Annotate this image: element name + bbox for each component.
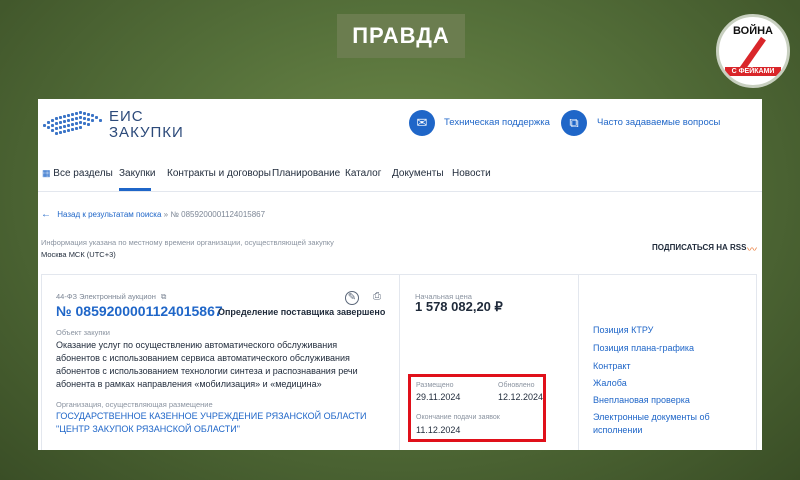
arrow-left-icon[interactable]: ← bbox=[41, 209, 51, 220]
procurement-status: Определение поставщика завершено bbox=[218, 307, 386, 317]
link-plan-position[interactable]: Позиция плана-графика bbox=[593, 342, 733, 355]
eis-logo[interactable]: ЕИС ЗАКУПКИ bbox=[41, 109, 184, 141]
edit-icon[interactable]: ✎ bbox=[345, 291, 359, 305]
print-icon[interactable]: ⎙ bbox=[371, 291, 383, 303]
object-text: Оказание услуг по осуществлению автомати… bbox=[56, 340, 358, 389]
nav-all-sections-label: Все разделы bbox=[53, 168, 113, 179]
org-link[interactable]: ГОСУДАРСТВЕННОЕ КАЗЕННОЕ УЧРЕЖДЕНИЕ РЯЗА… bbox=[56, 410, 376, 436]
card-divider-2 bbox=[578, 274, 579, 450]
nav-all-sections[interactable]: ▦ Все разделы bbox=[42, 168, 113, 179]
pravda-badge: ПРАВДА bbox=[337, 14, 465, 58]
war-on-fakes-logo: ВОЙНА С ФЕЙКАМИ bbox=[716, 14, 790, 88]
card-divider-1 bbox=[399, 274, 400, 450]
support-link[interactable]: Техническая поддержка bbox=[444, 117, 550, 128]
breadcrumb-separator: » bbox=[163, 210, 169, 219]
updated-date: 12.12.2024 bbox=[498, 392, 544, 402]
breadcrumb-number: № 0859200001124015867 bbox=[170, 210, 266, 219]
law-text: 44-ФЗ Электронный аукцион bbox=[56, 292, 156, 301]
copy-icon[interactable]: ⧉ bbox=[561, 110, 587, 136]
timezone-value: Москва МСК (UTC+3) bbox=[41, 250, 116, 259]
copy-small-icon[interactable]: ⧉ bbox=[161, 292, 166, 301]
deadline-date: 11.12.2024 bbox=[416, 425, 461, 435]
nav-item-planning[interactable]: Планирование bbox=[272, 168, 340, 179]
object-label: Объект закупки bbox=[56, 328, 110, 337]
procurement-number[interactable]: № 0859200001124015867 bbox=[56, 303, 223, 319]
nav-item-catalog[interactable]: Каталог bbox=[345, 168, 381, 179]
link-contract[interactable]: Контракт bbox=[593, 360, 733, 373]
timezone-note: Информация указана по местному времени о… bbox=[41, 238, 334, 247]
link-complaint[interactable]: Жалоба bbox=[593, 377, 733, 390]
dates-highlight-box: Размещено 29.11.2024 Обновлено 12.12.202… bbox=[408, 374, 546, 442]
breadcrumb-back-link[interactable]: Назад к результатам поиска bbox=[57, 210, 161, 219]
nav-item-news[interactable]: Новости bbox=[452, 168, 491, 179]
logo-line2: ЗАКУПКИ bbox=[109, 124, 184, 141]
posted-date: 29.11.2024 bbox=[416, 392, 461, 402]
price-value: 1 578 082,20 ₽ bbox=[415, 299, 503, 314]
nav-active-indicator bbox=[119, 188, 151, 191]
eis-screenshot: ЕИС ЗАКУПКИ ✉ Техническая поддержка ⧉ Ча… bbox=[38, 99, 762, 450]
mail-icon[interactable]: ✉ bbox=[409, 110, 435, 136]
org-label: Организация, осуществляющая размещение bbox=[56, 400, 213, 409]
link-inspection[interactable]: Внеплановая проверка bbox=[593, 394, 733, 407]
nav-item-documents[interactable]: Документы bbox=[392, 168, 444, 179]
law-label: 44-ФЗ Электронный аукцион ⧉ bbox=[56, 292, 166, 302]
rss-icon[interactable]: 〰 bbox=[747, 241, 757, 256]
deadline-label: Окончание подачи заявок bbox=[416, 414, 500, 421]
logo-text-top: ВОЙНА bbox=[732, 25, 774, 37]
main-nav: ▦ Все разделы Закупки Контракты и догово… bbox=[38, 155, 762, 192]
nav-item-zakupki[interactable]: Закупки bbox=[119, 168, 155, 179]
grid-icon: ▦ bbox=[42, 168, 51, 178]
faq-link[interactable]: Часто задаваемые вопросы bbox=[597, 117, 720, 128]
breadcrumb: ← Назад к результатам поиска » № 0859200… bbox=[41, 209, 265, 220]
link-ktru[interactable]: Позиция КТРУ bbox=[593, 324, 733, 337]
updated-label: Обновлено bbox=[498, 382, 535, 389]
rss-subscribe-link[interactable]: ПОДПИСАТЬСЯ НА RSS bbox=[652, 243, 746, 252]
russia-map-icon bbox=[41, 110, 103, 140]
nav-item-contracts[interactable]: Контракты и договоры bbox=[167, 168, 271, 179]
logo-line1: ЕИС bbox=[109, 108, 144, 125]
logo-text-bottom: С ФЕЙКАМИ bbox=[725, 67, 781, 76]
posted-label: Размещено bbox=[416, 382, 454, 389]
link-e-docs[interactable]: Электронные документы об исполнении bbox=[593, 411, 733, 437]
